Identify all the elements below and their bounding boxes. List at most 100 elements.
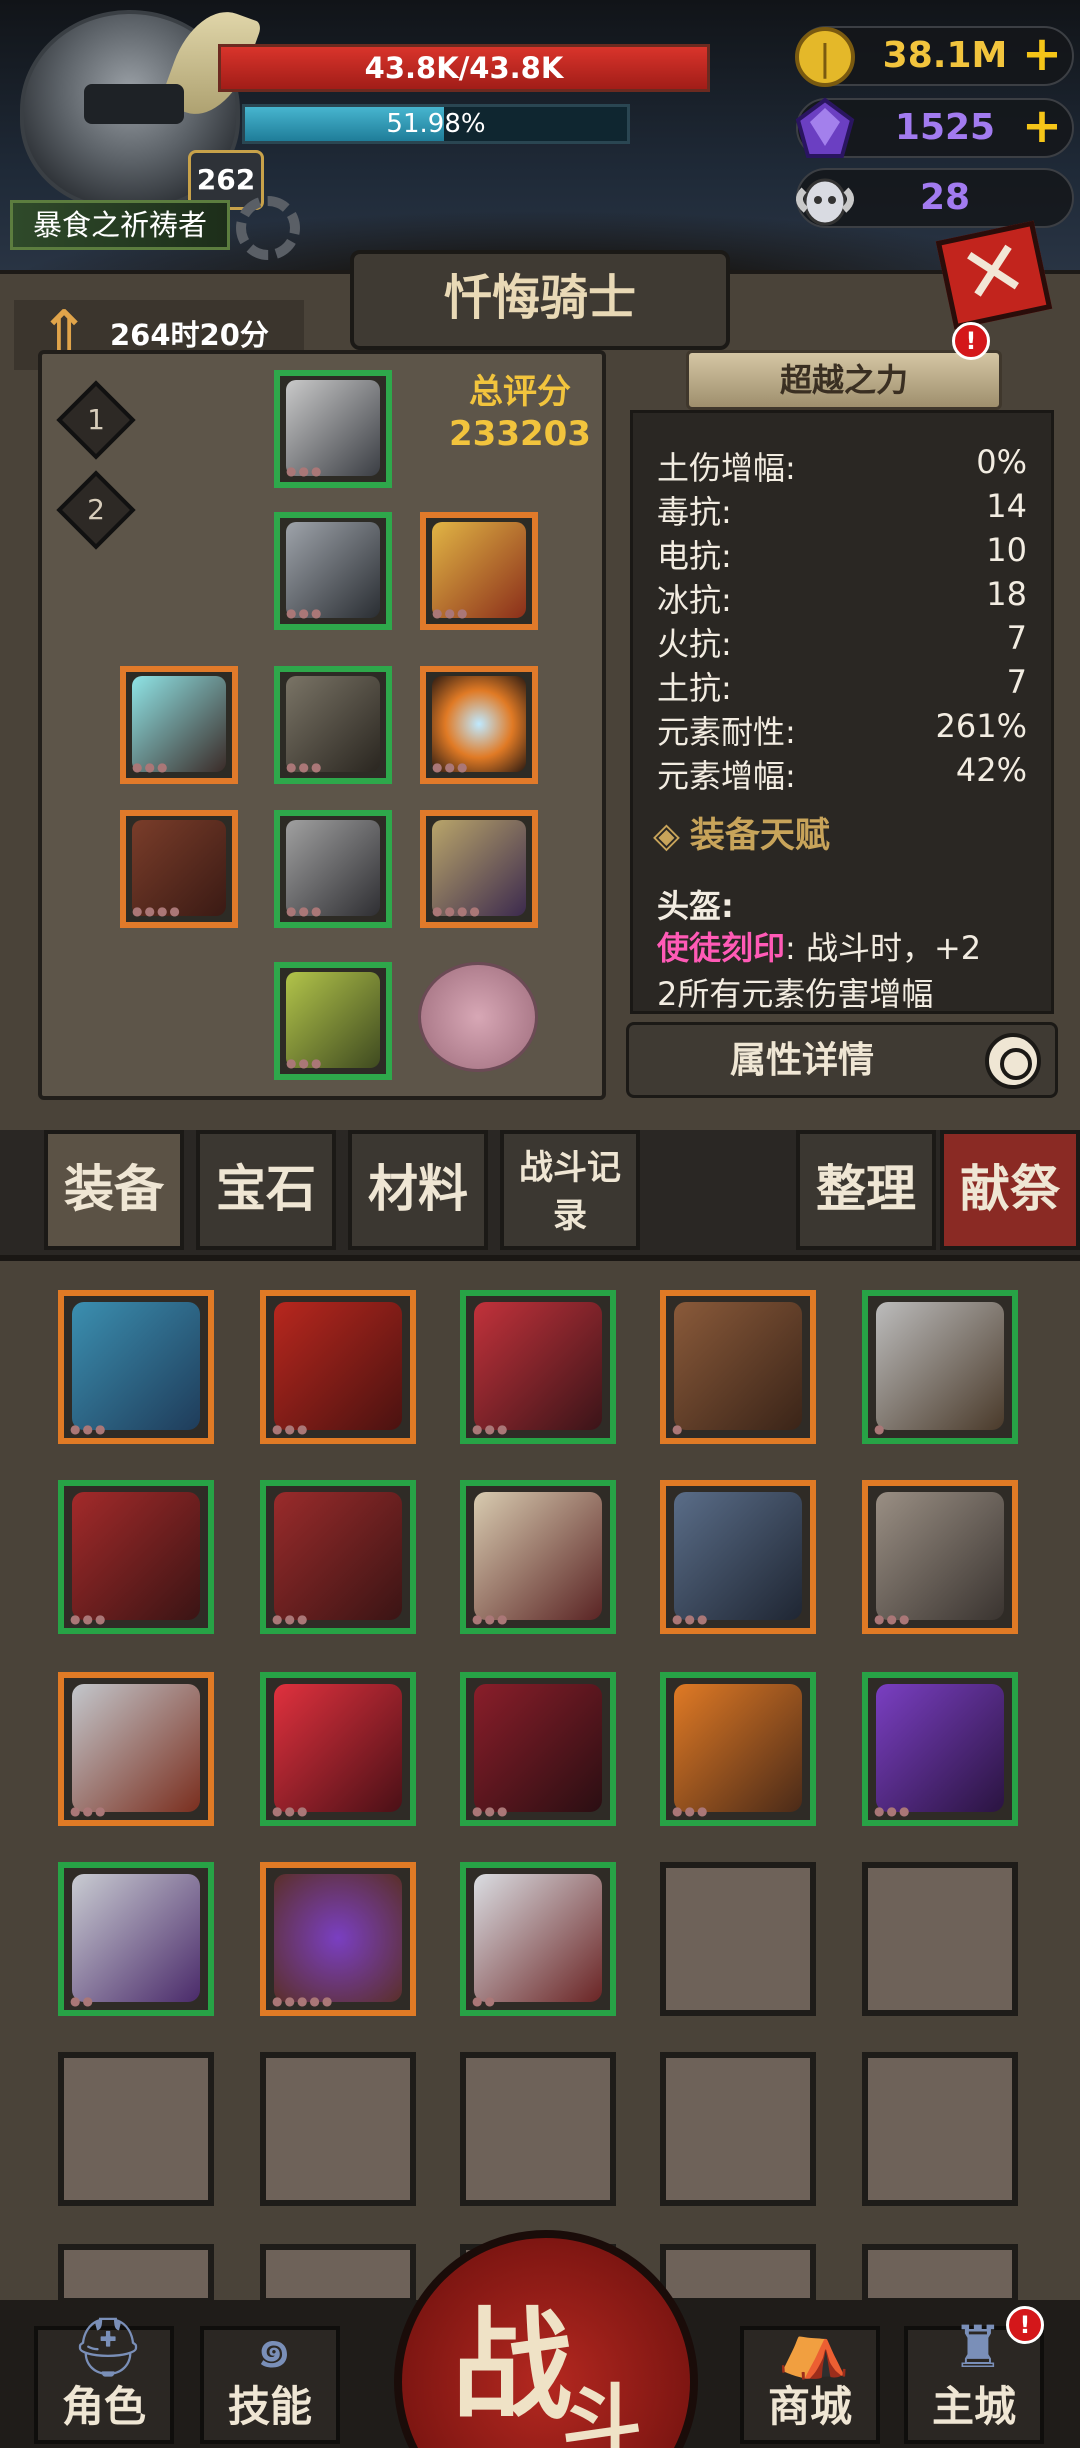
stats-panel[interactable]: 土伤增幅: 0% 毒抗: 14 电抗: 10 冰抗: 18 火抗: 7 土抗: 7 元素耐性: 261% 元… — [630, 410, 1054, 1014]
inventory-empty-slot[interactable] — [58, 2244, 214, 2304]
stat-row: 元素增幅: 42% — [657, 751, 1027, 795]
inventory-empty-slot[interactable] — [58, 2052, 214, 2206]
equip-slot-orb[interactable]: ●●● — [420, 666, 538, 784]
attribute-detail-button[interactable]: 属性详情 — [626, 1022, 1058, 1098]
settings-gear-icon[interactable] — [236, 196, 300, 260]
equip-slot-armor[interactable]: ●●● — [274, 512, 392, 630]
total-score-value: 233203 — [449, 414, 591, 454]
nav-skill-label: 技能 — [227, 2382, 312, 2431]
stat-label: 土抗: — [657, 669, 732, 707]
equip-slot-boots[interactable]: ●●● — [274, 962, 392, 1080]
inventory-empty-slot[interactable] — [260, 2244, 416, 2304]
inventory-item-dragon-armor[interactable]: ●●● — [660, 1480, 816, 1634]
main-city-alert-icon: ! — [1006, 2306, 1044, 2344]
hp-text: 43.8K/43.8K — [364, 51, 564, 85]
inventory-empty-slot[interactable] — [862, 1862, 1018, 2016]
stat-value: 7 — [1006, 619, 1027, 657]
inventory-empty-slot[interactable] — [862, 2052, 1018, 2206]
tentacle-boots-icon — [72, 1874, 200, 2002]
stat-value: 14 — [986, 487, 1027, 525]
serpent-scepter-icon — [432, 820, 526, 916]
ram-skull-counter: 28 — [796, 168, 1074, 228]
armored-boots-icon — [876, 1302, 1004, 1430]
nav-character-button[interactable]: ⛑ 角色 — [34, 2313, 174, 2444]
crimson-armor-icon — [274, 1684, 402, 1812]
gold-coin-icon: | — [790, 22, 860, 92]
stat-value: 10 — [986, 531, 1027, 569]
equip-slot-belt[interactable]: ●●● — [274, 666, 392, 784]
diamond-icon: ◈ — [653, 816, 680, 856]
inventory-item-spiked-shoulders[interactable]: ●●● — [460, 1290, 616, 1444]
nav-skill-button[interactable]: ๑ 技能 — [200, 2313, 340, 2444]
winged-armor-icon — [286, 522, 380, 618]
svg-text:|: | — [819, 38, 831, 79]
battle-label-1: 战 — [452, 2297, 572, 2436]
helmet-visor — [84, 84, 184, 124]
stat-label: 毒抗: — [657, 493, 732, 531]
tent-icon: ⛺ — [777, 2313, 851, 2381]
nav-main-city-label: 主城 — [931, 2382, 1016, 2431]
inventory-empty-slot[interactable] — [260, 2052, 416, 2206]
talent-description: 使徒刻印: 战斗时，+2 2所有元素伤害增幅 — [657, 929, 982, 1013]
offering-button[interactable]: 献祭 — [940, 1130, 1080, 1250]
transcend-power-button[interactable]: 超越之力 — [686, 350, 1002, 410]
inventory-item-dark-helm[interactable]: ●●● — [460, 1672, 616, 1826]
tab-gem[interactable]: 宝石 — [196, 1130, 336, 1250]
inventory-empty-slot[interactable] — [862, 2244, 1018, 2304]
inventory-item-blue-tome[interactable]: ●●● — [58, 1290, 214, 1444]
total-score-label: 总评分 — [469, 372, 571, 412]
inventory-empty-slot[interactable] — [460, 2052, 616, 2206]
equip-slot-scepter[interactable]: ●●●● — [420, 810, 538, 928]
tab-battle-log[interactable]: 战斗记录 — [500, 1130, 640, 1250]
blue-tome-icon — [72, 1302, 200, 1430]
tab-equipment[interactable]: 装备 — [44, 1130, 184, 1250]
inventory-item-purple-helm[interactable]: ●●● — [862, 1672, 1018, 1826]
inventory-item-red-helm[interactable]: ●●● — [58, 1480, 214, 1634]
tab-material[interactable]: 材料 — [348, 1130, 488, 1250]
gold-value: 38.1M — [882, 35, 1008, 76]
stat-row: 毒抗: 14 — [657, 487, 1027, 531]
player-title[interactable]: 暴食之祈祷者 — [10, 200, 230, 250]
vine-boots-icon — [286, 972, 380, 1068]
purple-helm-icon — [876, 1684, 1004, 1812]
inventory-item-silver-greaves[interactable]: ●● — [460, 1862, 616, 2016]
equip-slot-staff[interactable]: ●●●● — [120, 810, 238, 928]
inventory-item-bone-legs[interactable]: ●●● — [460, 1480, 616, 1634]
dark-helm-icon — [474, 1684, 602, 1812]
spiked-shoulders-icon — [474, 1302, 602, 1430]
add-gold-button[interactable]: + — [1020, 30, 1064, 80]
inventory-item-axe[interactable]: ●●● — [58, 1672, 214, 1826]
inventory-item-crimson-armor[interactable]: ●●● — [260, 1672, 416, 1826]
stat-row: 土抗: 7 — [657, 663, 1027, 707]
inventory-empty-slot[interactable] — [660, 1862, 816, 2016]
dragon-armor-icon — [674, 1492, 802, 1620]
stat-label: 冰抗: — [657, 581, 732, 619]
inventory-item-ram-skull[interactable]: ●●● — [862, 1480, 1018, 1634]
inventory-item-fire-belt[interactable]: ●●● — [660, 1672, 816, 1826]
sort-button[interactable]: 整理 — [796, 1130, 936, 1250]
inventory-item-greaves[interactable]: ● — [862, 1290, 1018, 1444]
inventory-empty-slot[interactable] — [660, 2052, 816, 2206]
inventory-item-necklace[interactable]: ● — [660, 1290, 816, 1444]
stat-label: 电抗: — [657, 537, 732, 575]
nav-shop-button[interactable]: ⛺ 商城 — [740, 2313, 880, 2444]
swirl-icon: ๑ — [255, 2313, 293, 2381]
inventory-empty-slot[interactable] — [660, 2244, 816, 2304]
stat-label: 元素增幅: — [657, 757, 796, 795]
stat-row: 土伤增幅: 0% — [657, 443, 1027, 487]
helmet-icon: ⛑ — [71, 2313, 145, 2381]
stat-value: 42% — [955, 751, 1027, 789]
inventory-item-violet-shield[interactable]: ●●●●● — [260, 1862, 416, 2016]
add-crystal-button[interactable]: + — [1020, 102, 1064, 152]
equip-slot-amulet[interactable]: ●●● — [120, 666, 238, 784]
crystal-counter: 1525 + — [795, 97, 1074, 158]
equip-slot-helmet[interactable]: ●●● — [274, 370, 392, 488]
inventory-item-tentacle-boots[interactable]: ●● — [58, 1862, 214, 2016]
belt-icon — [286, 676, 380, 772]
inventory-item-red-tome[interactable]: ●●● — [260, 1290, 416, 1444]
inventory-item-bone-armor[interactable]: ●●● — [260, 1480, 416, 1634]
equip-slot-tome[interactable]: ●●● — [420, 512, 538, 630]
equip-slot-gloves[interactable]: ●●● — [274, 810, 392, 928]
purple-crystal-icon — [790, 94, 860, 164]
wax-seal-icon[interactable] — [418, 962, 538, 1072]
